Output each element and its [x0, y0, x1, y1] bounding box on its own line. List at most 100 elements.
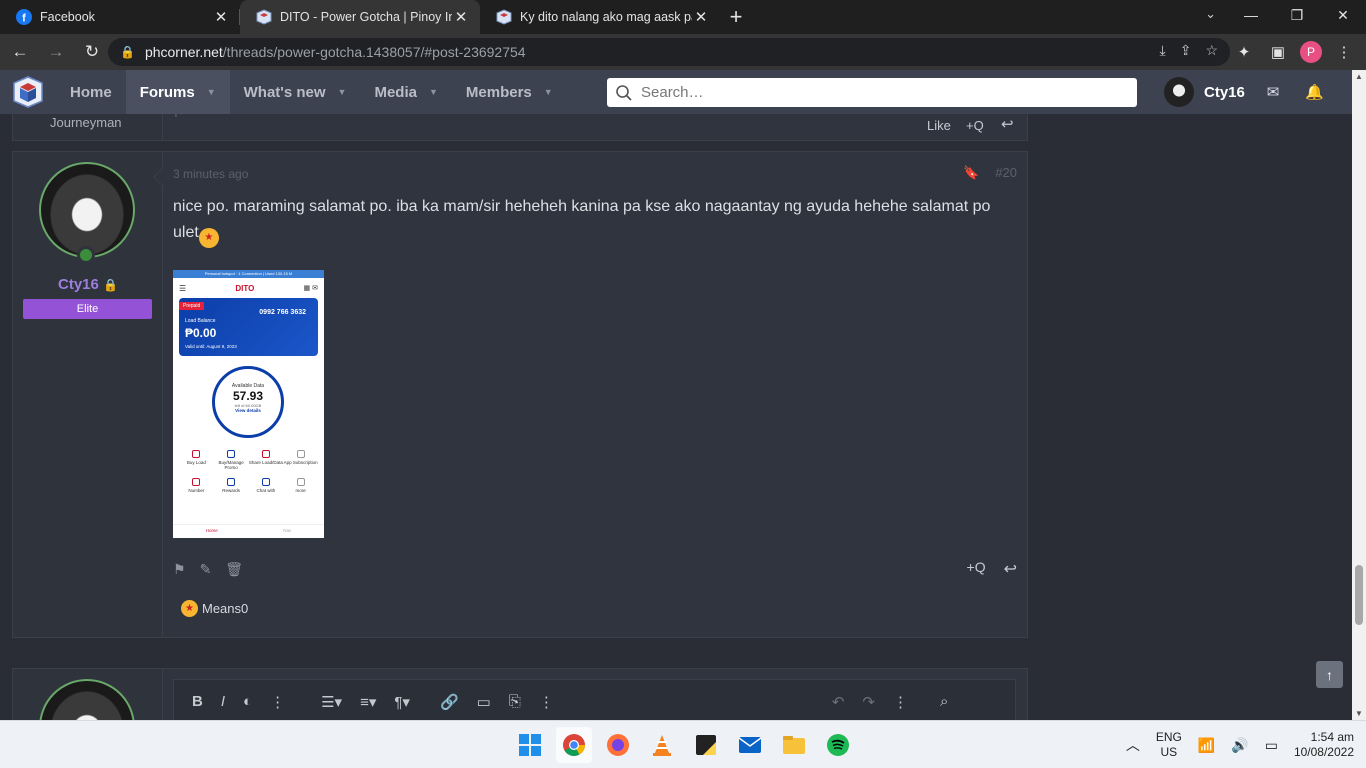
bookmark-icon[interactable]: 🔖	[963, 165, 979, 181]
post-number[interactable]: #20	[995, 165, 1017, 181]
search-input[interactable]: Search…	[607, 78, 1137, 107]
edit-icon[interactable]: ✎	[200, 561, 212, 578]
chevron-down-icon[interactable]: ▼	[338, 87, 347, 97]
minimize-icon[interactable]: —	[1228, 0, 1274, 30]
chevron-down-icon[interactable]: ▼	[207, 87, 216, 97]
italic-icon[interactable]: I	[221, 693, 225, 710]
redo-icon[interactable]: ↷	[862, 693, 875, 711]
tab-dito-power-gotcha[interactable]: DITO - Power Gotcha | Pinoy Inte ✕	[240, 0, 480, 34]
menu-kebab-icon[interactable]: ⋮	[1332, 38, 1356, 66]
tab-title: Facebook	[40, 10, 95, 24]
palette-icon[interactable]: ◐	[243, 693, 252, 710]
chevron-down-icon[interactable]: ▼	[429, 87, 438, 97]
restore-icon[interactable]: ❐	[1274, 0, 1320, 30]
avatar	[39, 679, 135, 720]
start-windows-icon[interactable]	[512, 727, 548, 763]
profile-avatar[interactable]: P	[1300, 41, 1322, 63]
facebook-icon: f	[16, 9, 32, 25]
chevron-down-icon[interactable]: ▼	[544, 87, 553, 97]
envelope-icon[interactable]: ✉	[1267, 83, 1280, 101]
clock-date: 10/08/2022	[1293, 745, 1354, 759]
close-tab-icon[interactable]: ✕	[452, 8, 470, 26]
post-author[interactable]: Cty16 🔒	[13, 276, 163, 293]
scroll-to-top-button[interactable]: ↑	[1316, 661, 1343, 688]
reply-icon[interactable]: ↩	[1004, 559, 1017, 579]
side-panel-icon[interactable]: ▣	[1266, 38, 1290, 66]
report-flag-icon[interactable]: ⚑	[173, 114, 185, 121]
editor-toolbar: B I ◐ ⋮ ☰▾ ≡▾ ¶▾ 🔗 ▭ ⎘ ⋮ ↶ ↷ ⋮ ⌕	[173, 679, 1016, 720]
more-options-icon[interactable]: ⋮	[893, 693, 908, 711]
nav-members[interactable]: Members ▼	[452, 70, 567, 114]
tab-facebook[interactable]: f Facebook ✕	[0, 0, 240, 34]
share-icon[interactable]: ⇪	[1180, 42, 1192, 59]
post-time[interactable]: 3 minutes ago	[173, 167, 248, 181]
close-tab-icon[interactable]: ✕	[692, 8, 710, 26]
reactions-bar[interactable]: ★ Means0	[181, 600, 248, 617]
window-controls: — ❐ ✕	[1228, 0, 1366, 34]
mail-icon[interactable]	[732, 727, 768, 763]
undo-icon[interactable]: ↶	[832, 693, 845, 711]
paragraph-icon[interactable]: ¶▾	[394, 693, 410, 711]
data-ring: Available Data 57.93 left of 60.00GB Vie…	[212, 366, 284, 438]
scrollbar-thumb[interactable]	[1355, 565, 1363, 625]
extensions-icon[interactable]: ✦	[1232, 38, 1256, 66]
new-tab-button[interactable]: +	[720, 0, 752, 34]
bookmark-star-icon[interactable]: ☆	[1205, 42, 1218, 59]
clock[interactable]: 1:54 am 10/08/2022	[1294, 730, 1354, 760]
lock-icon[interactable]: 🔒	[120, 45, 135, 59]
back-icon[interactable]: ←	[4, 36, 36, 68]
address-bar[interactable]: 🔒 phcorner.net /threads/power-gotcha.143…	[108, 38, 1230, 66]
forward-icon[interactable]: →	[40, 36, 72, 68]
align-icon[interactable]: ≡▾	[360, 693, 376, 711]
tab-ky-dito[interactable]: Ky dito nalang ako mag aask pan ✕	[480, 0, 720, 34]
spotify-icon[interactable]	[820, 727, 856, 763]
reload-icon[interactable]: ↻	[76, 36, 108, 68]
nav-whats-new[interactable]: What's new ▼	[230, 70, 361, 114]
nav-media[interactable]: Media ▼	[360, 70, 451, 114]
attachment-thumbnail[interactable]: Personal hotspot · 1 Connection | Used 1…	[173, 270, 324, 538]
bold-icon[interactable]: B	[192, 693, 203, 710]
preview-icon[interactable]: ⌕	[940, 693, 948, 710]
nav-home[interactable]: Home	[56, 70, 126, 114]
volume-icon[interactable]: 🔊	[1231, 737, 1248, 754]
link-icon[interactable]: 🔗	[440, 693, 459, 711]
vlc-icon[interactable]	[644, 727, 680, 763]
hamburger-icon: ☰	[179, 283, 187, 293]
scroll-up-icon[interactable]: ▲	[1355, 72, 1363, 81]
report-flag-icon[interactable]: ⚑	[173, 561, 186, 578]
nav-forums[interactable]: Forums ▼	[125, 70, 230, 114]
avatar[interactable]	[39, 162, 135, 258]
nav-username: Cty16	[1204, 83, 1245, 101]
battery-icon[interactable]: ▭	[1265, 737, 1278, 754]
firefox-icon[interactable]	[600, 727, 636, 763]
close-tab-icon[interactable]: ✕	[212, 8, 230, 26]
chevron-up-icon[interactable]: ︿	[1126, 735, 1140, 755]
like-button[interactable]: Like	[927, 118, 951, 133]
more-options-icon[interactable]: ⋮	[539, 693, 554, 711]
chrome-icon[interactable]	[556, 727, 592, 763]
quote-button[interactable]: +Q	[966, 118, 984, 133]
language-indicator[interactable]: ENG US	[1156, 730, 1182, 760]
bell-icon[interactable]: 🔔	[1305, 83, 1324, 101]
list-icon[interactable]: ☰▾	[321, 693, 342, 711]
insert-icon[interactable]: ⎘	[509, 693, 521, 710]
install-icon[interactable]: ⤓	[1160, 42, 1166, 59]
tab-search-chevron-icon[interactable]: ⌄	[1205, 6, 1216, 22]
wifi-icon[interactable]: 📶	[1198, 737, 1215, 754]
post-text: nice po. maraming salamat po. iba ka mam…	[173, 198, 991, 241]
file-explorer-icon[interactable]	[776, 727, 812, 763]
quote-button[interactable]: +Q	[967, 559, 986, 579]
more-options-icon[interactable]: ⋮	[270, 693, 285, 711]
reply-icon[interactable]: ↩	[1001, 115, 1014, 133]
account-menu[interactable]: Cty16	[1164, 77, 1245, 107]
sticky-notes-icon[interactable]	[688, 727, 724, 763]
lock-icon: 🔒	[103, 278, 118, 292]
page-scrollbar[interactable]: ▲ ▼	[1352, 70, 1366, 720]
site-logo[interactable]	[0, 70, 56, 114]
close-window-icon[interactable]: ✕	[1320, 0, 1366, 30]
image-icon[interactable]: ▭	[477, 693, 491, 711]
scroll-down-icon[interactable]: ▼	[1355, 709, 1363, 718]
nav-forums-label: Forums	[139, 83, 195, 101]
site-nav: Home Forums ▼ What's new ▼ Media ▼ Members ▼…	[0, 70, 1352, 114]
delete-trash-icon[interactable]: 🗑	[225, 561, 243, 578]
